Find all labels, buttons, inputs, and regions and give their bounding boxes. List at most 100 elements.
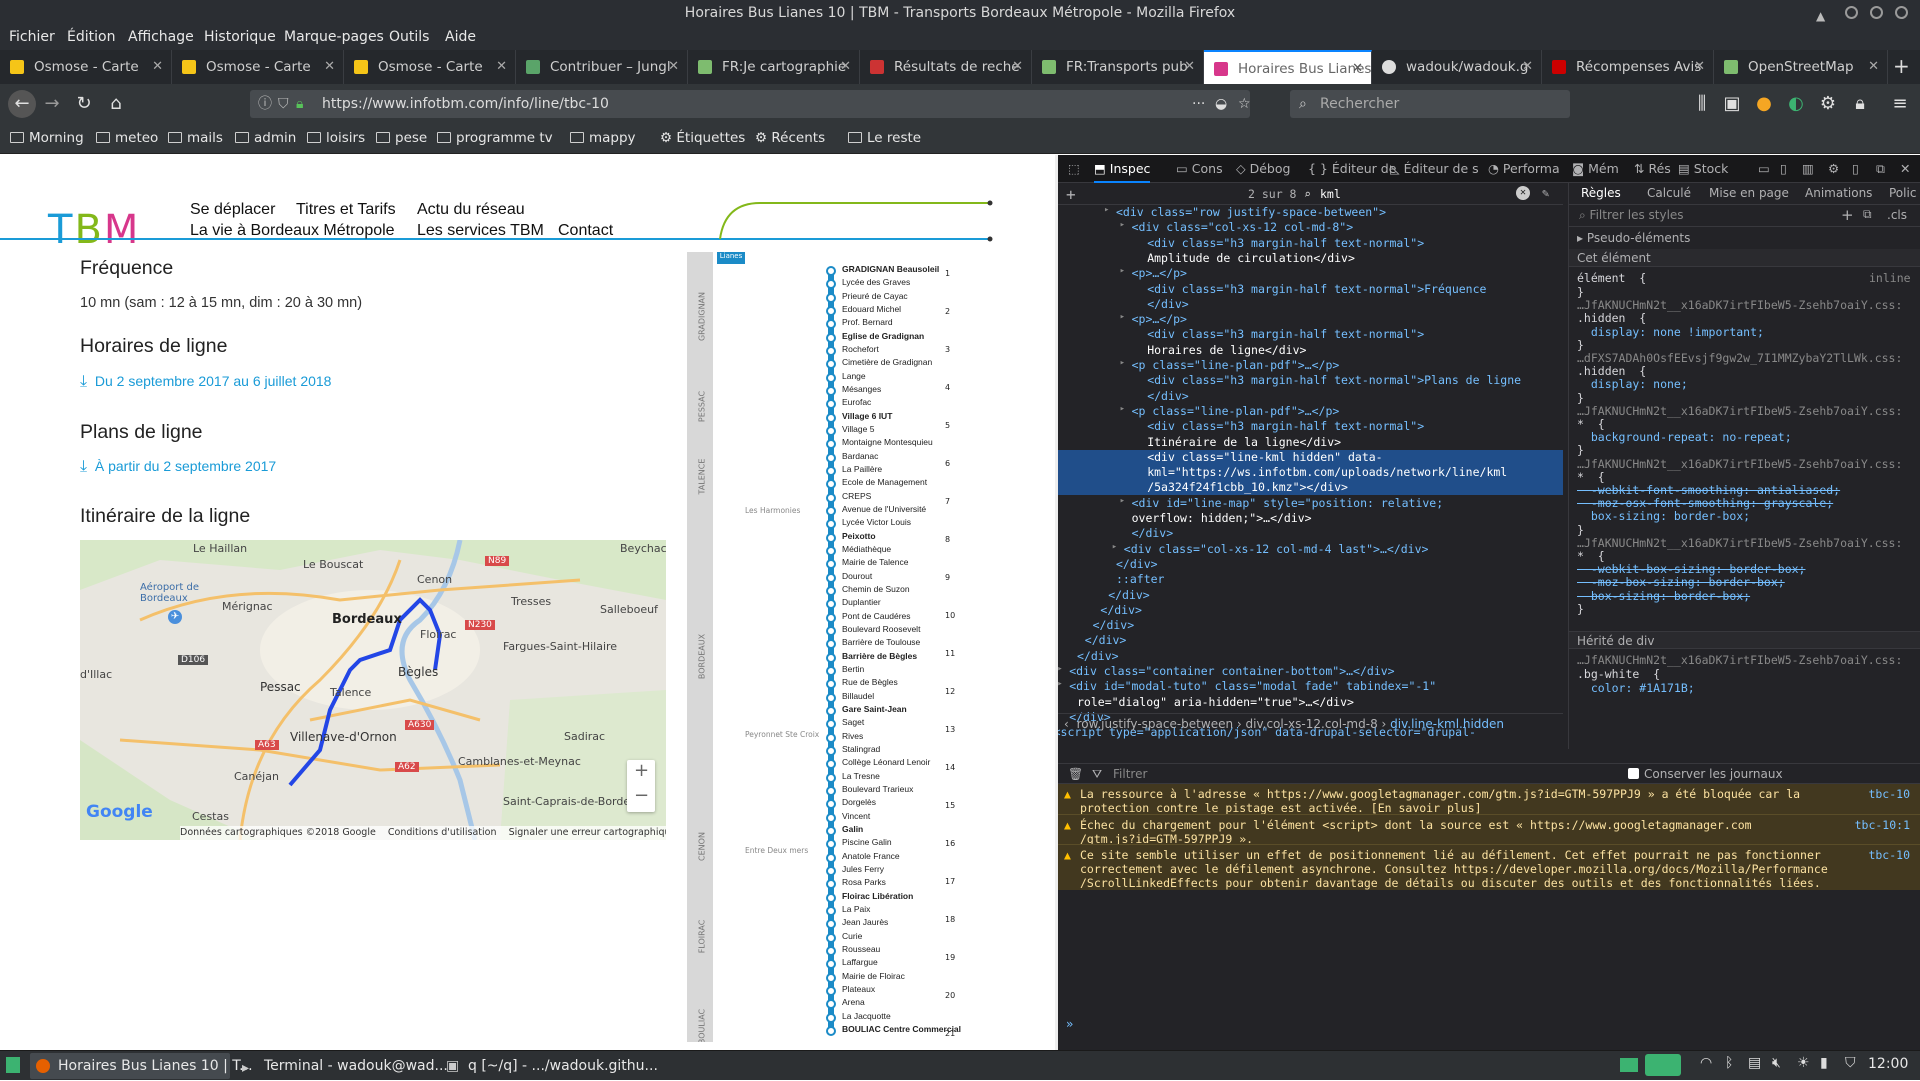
rule-line[interactable]: } [1577, 285, 1584, 299]
menu-fichier[interactable]: Fichier [9, 29, 55, 45]
markup-search-input[interactable]: kml [1320, 187, 1341, 201]
dock-icon[interactable]: ▯ [1852, 161, 1859, 176]
markup-line[interactable]: <div class="h3 margin-half text-normal">… [1147, 282, 1486, 297]
element-rule[interactable]: élément { [1577, 271, 1646, 285]
markup-line-selected[interactable]: /5a324f24f1cbb_10.kmz"></div> [1058, 480, 1563, 496]
markup-line[interactable]: </div> [1100, 603, 1142, 618]
rule-source[interactable]: …JfAKNUCHmN2t__x16aDK7irtFIbeW5-Zsehb7oa… [1577, 404, 1902, 418]
tab-openstreetmap[interactable]: OpenStreetMap ✕ [1714, 50, 1888, 84]
map-report-link[interactable]: Signaler une erreur cartographique [509, 827, 666, 838]
bookmark-folder-admin[interactable]: admin [235, 130, 296, 146]
rule-line[interactable]: box-sizing: border-box; [1577, 509, 1750, 523]
tab-inspector[interactable]: ⬒ Inspec [1094, 161, 1151, 183]
markup-line[interactable]: Itinéraire de la ligne</div> [1147, 435, 1341, 450]
markup-line[interactable]: <p>…</p> [1132, 266, 1187, 281]
page-actions-icon[interactable]: ··· [1192, 90, 1205, 118]
nav-se-deplacer[interactable]: Se déplacer [190, 201, 275, 219]
close-tab-icon[interactable]: ✕ [324, 50, 335, 84]
bluetooth-icon[interactable]: ᛒ [1725, 1055, 1733, 1071]
markup-line[interactable]: <div class="h3 margin-half text-normal"> [1147, 419, 1424, 434]
rule-source[interactable]: …JfAKNUCHmN2t__x16aDK7irtFIbeW5-Zsehb7oa… [1577, 457, 1902, 471]
close-tab-icon[interactable]: ✕ [1352, 52, 1363, 84]
console-prompt-icon[interactable]: » [1066, 1017, 1073, 1031]
settings-icon[interactable]: ⚙ [1828, 161, 1839, 176]
markup-line[interactable]: </div> [1147, 389, 1189, 404]
lock-icon[interactable]: 🔒︎ [296, 90, 303, 118]
rule-line[interactable]: * { [1577, 470, 1605, 484]
pick-element-icon[interactable]: ⬚ [1068, 161, 1080, 176]
markup-line[interactable]: <p class="line-plan-pdf">…</p> [1132, 404, 1340, 419]
wifi-icon[interactable]: ◠ [1700, 1055, 1712, 1071]
brightness-icon[interactable]: ☀ [1797, 1055, 1810, 1071]
markup-line[interactable]: <div class="row justify-space-between"> [1116, 205, 1386, 220]
markup-line[interactable]: </div> [1093, 618, 1135, 633]
bookmark-folder-loisirs[interactable]: loisirs [307, 130, 365, 146]
home-button[interactable]: ⌂ [104, 93, 128, 115]
rule-source[interactable]: …dFXS7ADAh0OsfEEvsjf9gw2w_7I1MMZybaY2TlL… [1577, 351, 1902, 365]
rule-line[interactable]: .hidden { [1577, 364, 1646, 378]
expand-twisty-icon[interactable]: ▸ [1120, 496, 1125, 506]
shield-tray-icon[interactable]: ⛉ [1845, 1055, 1856, 1071]
tab-debugger[interactable]: ◇ Débog [1236, 161, 1290, 176]
zoom-out-button[interactable]: − [634, 785, 649, 806]
tab-style-editor[interactable]: { } Éditeur de [1308, 161, 1396, 176]
tab-osm-wiki-1[interactable]: FR:Je cartographie ✕ [688, 50, 860, 84]
markup-line[interactable]: <p class="line-plan-pdf">…</p> [1132, 358, 1340, 373]
rule-line[interactable]: -webkit-box-sizing: border-box; [1577, 562, 1806, 576]
map-terms-link[interactable]: Conditions d'utilisation [388, 827, 497, 838]
extension-gear-icon[interactable]: ⚙ [1816, 93, 1840, 115]
rule-line[interactable]: .hidden { [1577, 311, 1646, 325]
warning-source-link[interactable]: tbc-10 [1868, 787, 1910, 801]
rule-line[interactable]: -webkit-font-smoothing: antialiased; [1577, 483, 1840, 497]
markup-line[interactable]: Horaires de ligne</div> [1147, 343, 1306, 358]
tab-storage[interactable]: ▤ Stock [1678, 161, 1728, 176]
volume-mute-icon[interactable]: 🔇︎ [1772, 1055, 1781, 1071]
sidebar-icon[interactable]: ▣ [1720, 93, 1744, 115]
rule-line[interactable]: * { [1577, 549, 1605, 563]
tab-console[interactable]: ▭ Cons [1176, 161, 1223, 176]
task-firefox[interactable]: Horaires Bus Lianes 10 | T... [30, 1053, 253, 1079]
search-box[interactable]: ⌕ Rechercher [1290, 90, 1570, 118]
info-icon[interactable]: ⓘ [258, 90, 272, 118]
rule-source[interactable]: …JfAKNUCHmN2t__x16aDK7irtFIbeW5-Zsehb7oa… [1577, 536, 1902, 550]
hamburger-menu-icon[interactable]: ≡ [1888, 93, 1912, 115]
markup-line[interactable]: </div> [1077, 649, 1119, 664]
expand-twisty-icon[interactable]: ▸ [1120, 404, 1125, 414]
markup-line[interactable]: role="dialog" aria-hidden="true">…</div> [1077, 695, 1354, 710]
reload-button[interactable]: ↻ [72, 93, 96, 115]
tab-calcule[interactable]: Calculé [1647, 186, 1691, 200]
zoom-in-button[interactable]: + [634, 760, 649, 781]
inherit-source[interactable]: …JfAKNUCHmN2t__x16aDK7irtFIbeW5-Zsehb7oa… [1577, 653, 1902, 667]
close-tab-icon[interactable]: ✕ [840, 50, 851, 84]
keep-logs-checkbox[interactable] [1628, 768, 1639, 779]
rule-line[interactable]: display: none; [1577, 377, 1688, 391]
google-logo[interactable]: Google [86, 802, 153, 822]
markup-line[interactable]: ::after [1116, 572, 1164, 587]
console-warning[interactable]: ▲ Échec du chargement pour l'élément <scr… [1058, 814, 1920, 846]
clipboard-icon[interactable]: ▤ [1748, 1055, 1761, 1071]
rule-line[interactable]: } [1577, 602, 1584, 616]
markup-line[interactable]: </div> [1147, 297, 1189, 312]
markup-line-selected[interactable]: <div class="line-kml hidden" data- [1058, 449, 1563, 465]
library-icon[interactable]: ⫼ [1690, 93, 1714, 115]
bookmark-etiquettes[interactable]: ⚙ Étiquettes [660, 130, 745, 146]
extension-headphones-icon[interactable]: ◐ [1784, 93, 1808, 115]
pseudo-elements-toggle[interactable]: ▸ Pseudo-éléments [1577, 231, 1690, 245]
close-tab-icon[interactable]: ✕ [1012, 50, 1023, 84]
expand-twisty-icon[interactable]: ▸ [1058, 679, 1063, 689]
line-map[interactable]: Le Haillan Le Bouscat Cenon Beychac Aéro… [80, 540, 666, 840]
expand-twisty-icon[interactable]: ▸ [1120, 266, 1125, 276]
breadcrumb-item[interactable]: row.justify-space-between [1077, 717, 1233, 731]
markup-line[interactable]: <div class="h3 margin-half text-normal"> [1147, 236, 1424, 251]
rule-line[interactable]: -moz-box-sizing: border-box; [1577, 575, 1785, 589]
tab-polices[interactable]: Polic [1889, 186, 1916, 200]
close-tab-icon[interactable]: ✕ [1868, 50, 1879, 84]
bookmark-folder-mappy[interactable]: mappy [570, 130, 636, 146]
horaires-pdf-link[interactable]: ⤓ Du 2 septembre 2017 au 6 juillet 2018 [80, 373, 331, 391]
rule-source[interactable]: …JfAKNUCHmN2t__x16aDK7irtFIbeW5-Zsehb7oa… [1577, 298, 1902, 312]
rule-line[interactable]: } [1577, 338, 1584, 352]
breadcrumb-left-arrow[interactable]: ‹ [1064, 717, 1069, 731]
markup-line[interactable]: Amplitude de circulation</div> [1147, 251, 1355, 266]
markup-line[interactable]: <p>…</p> [1132, 312, 1187, 327]
maximize-button[interactable] [1870, 6, 1883, 19]
